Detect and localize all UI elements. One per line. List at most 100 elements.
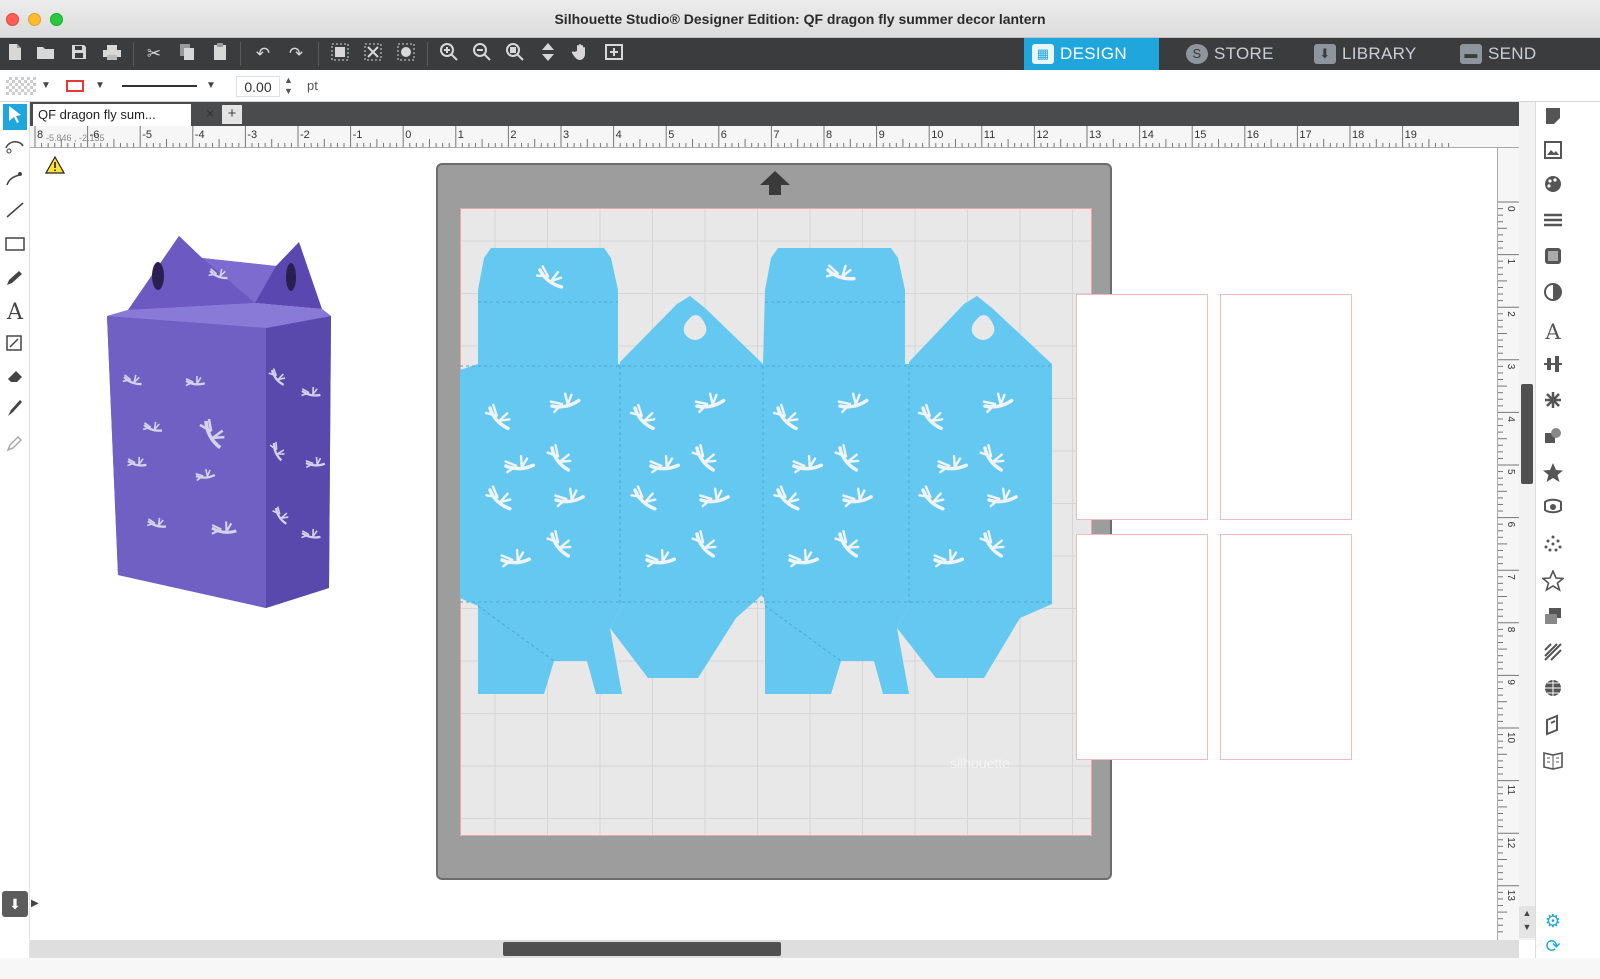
page-setup-icon[interactable]: [1540, 106, 1566, 134]
design-canvas[interactable]: silhouette: [30, 148, 1497, 940]
ruler-label: 8: [1505, 627, 1516, 633]
knife-blade-tool-icon[interactable]: [3, 398, 27, 424]
cut-icon[interactable]: ✂: [141, 42, 167, 66]
lantern-cut-design[interactable]: [460, 238, 1054, 698]
modify-icon[interactable]: [1540, 426, 1566, 454]
ruler-label: 4: [616, 129, 622, 141]
print-icon[interactable]: [99, 42, 125, 66]
horizontal-scroll-thumb[interactable]: [503, 942, 781, 956]
ungroup-icon[interactable]: [360, 42, 386, 66]
line-width-input[interactable]: 0.00: [236, 76, 280, 97]
close-tab-icon[interactable]: ×: [206, 105, 214, 121]
select-tool-icon[interactable]: [3, 104, 27, 130]
text-tool-icon[interactable]: A: [3, 300, 27, 326]
ruler-label: 16: [1247, 129, 1259, 141]
status-bar: [0, 958, 1600, 979]
ruler-label: 9: [1505, 679, 1516, 685]
offset-star-icon[interactable]: [1540, 462, 1566, 490]
3d-view-icon[interactable]: [1540, 678, 1566, 706]
ruler-label: 17: [1299, 129, 1311, 141]
rectangle-tool-icon[interactable]: [3, 234, 27, 260]
left-toolbar: A: [0, 102, 30, 979]
vertical-scrollbar[interactable]: [1519, 102, 1535, 940]
ruler-label: 13: [1089, 129, 1101, 141]
add-tab-button[interactable]: +: [222, 105, 242, 124]
tab-send[interactable]: ▬ SEND: [1452, 38, 1568, 70]
ruler-label: 0: [405, 129, 411, 141]
open-folder-icon[interactable]: [33, 42, 59, 66]
tab-design[interactable]: ▦ DESIGN: [1024, 38, 1159, 70]
ruler-label: 7: [773, 129, 779, 141]
save-icon[interactable]: [66, 42, 92, 66]
pencil-tool-icon[interactable]: [3, 268, 27, 294]
zoom-in-icon[interactable]: [436, 42, 462, 66]
ruler-label: -4: [195, 129, 205, 141]
knife-tool-icon[interactable]: [3, 168, 27, 194]
sketch-icon[interactable]: [1540, 534, 1566, 562]
text-style-tool-icon[interactable]: [3, 333, 27, 359]
select-by-color-icon[interactable]: [393, 42, 419, 66]
library-book-icon[interactable]: [1540, 750, 1566, 778]
group-icon[interactable]: [327, 42, 353, 66]
line-color-swatch[interactable]: [66, 80, 84, 92]
ruler-label: 3: [563, 129, 569, 141]
refresh-icon[interactable]: ⟳: [1540, 932, 1566, 960]
pattern-fill-icon[interactable]: [1540, 642, 1566, 670]
main-toolbar: ✂ ↶ ↷ ▦ DESIGN S STORE ⬇ LIBRARY ▬ SEND: [0, 38, 1600, 70]
line-width-stepper[interactable]: ▲ ▼: [284, 75, 293, 97]
zoom-out-icon[interactable]: [469, 42, 495, 66]
transparency-icon[interactable]: [1540, 282, 1566, 310]
add-page-icon[interactable]: [601, 42, 627, 66]
undo-icon[interactable]: ↶: [250, 42, 276, 66]
vertical-scroll-thumb[interactable]: [1521, 384, 1533, 484]
fill-pattern-icon[interactable]: [1540, 246, 1566, 274]
lantern-preview-image[interactable]: [106, 233, 338, 618]
eraser-tool-icon[interactable]: [3, 366, 27, 392]
image-trace-icon[interactable]: [1540, 140, 1566, 168]
redo-icon[interactable]: ↷: [283, 42, 309, 66]
chevron-down-icon[interactable]: ▼: [41, 80, 51, 91]
shapes-star-icon[interactable]: [1540, 568, 1566, 598]
ruler-label: 12: [1036, 129, 1048, 141]
edit-points-tool-icon[interactable]: [3, 136, 27, 162]
publish-icon[interactable]: [1540, 714, 1566, 742]
window-title: Silhouette Studio® Designer Edition: QF …: [554, 11, 1046, 27]
vertical-scroll-arrows[interactable]: ▲ ▼: [1519, 906, 1535, 938]
warning-icon[interactable]: [45, 156, 65, 174]
ruler-label: 6: [1505, 522, 1516, 528]
ruler-label: -5: [142, 129, 152, 141]
ruler-label: 8: [37, 129, 43, 141]
copy-icon[interactable]: [174, 42, 200, 66]
new-document-icon[interactable]: [2, 42, 28, 66]
horizontal-scrollbar[interactable]: [30, 940, 1519, 958]
page-outline: [1076, 294, 1208, 520]
page-outline: [1220, 294, 1352, 520]
line-style-icon[interactable]: [1540, 210, 1566, 238]
settings-gear-icon[interactable]: ⚙: [1540, 907, 1566, 935]
save-to-library-icon[interactable]: ⬇: [2, 891, 28, 917]
document-tab[interactable]: QF dragon fly sum...: [33, 104, 191, 126]
fit-to-page-icon[interactable]: [535, 42, 561, 66]
chevron-down-icon[interactable]: ▼: [95, 80, 105, 91]
fill-color-icon[interactable]: [1540, 174, 1566, 202]
text-style-icon[interactable]: A: [1540, 318, 1566, 346]
align-icon[interactable]: [1540, 354, 1566, 382]
replicate-icon[interactable]: [1540, 390, 1566, 418]
eyedropper-tool-icon[interactable]: [3, 432, 27, 458]
page-outline: [1220, 534, 1352, 760]
chevron-right-icon[interactable]: ▶: [31, 898, 39, 909]
tab-library[interactable]: ⬇ LIBRARY: [1306, 38, 1446, 70]
pan-hand-icon[interactable]: [568, 42, 594, 66]
ruler-label: -6: [90, 129, 100, 141]
zoom-selection-icon[interactable]: [502, 42, 528, 66]
chevron-down-icon[interactable]: ▼: [206, 80, 216, 91]
fill-color-swatch[interactable]: [6, 77, 36, 95]
layers-icon[interactable]: [1540, 606, 1566, 634]
line-style-selector[interactable]: [122, 85, 197, 87]
line-tool-icon[interactable]: [3, 200, 27, 226]
tab-store[interactable]: S STORE: [1178, 38, 1308, 70]
paste-icon[interactable]: [207, 42, 233, 66]
feed-direction-arrow-icon: [760, 171, 790, 195]
trace-icon[interactable]: [1540, 498, 1566, 526]
horizontal-ruler: -5.846 , -2.135 8 -6 -5 -4 -3 -2 -1 0 1 2 3 4 5 6 7 8 9 1…: [30, 126, 1520, 148]
